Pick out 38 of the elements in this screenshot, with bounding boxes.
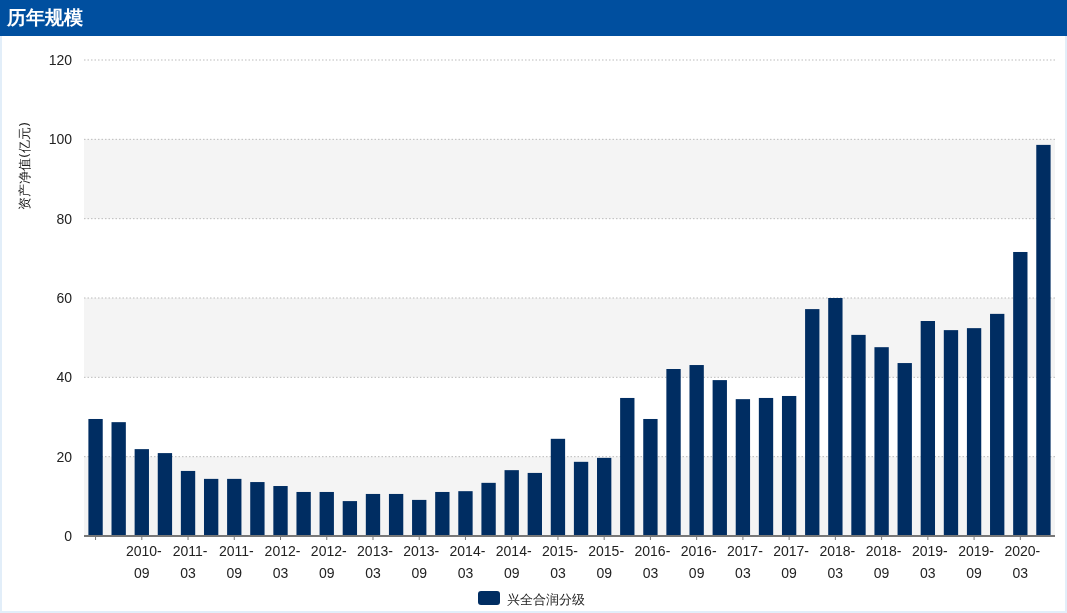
y-axis-title: 资产净值(亿元) xyxy=(17,121,32,211)
x-tick-label: 2014-03 xyxy=(449,543,486,581)
x-tick-label: 2015-09 xyxy=(588,543,625,581)
bar xyxy=(250,482,265,536)
x-tick-label: 2012-03 xyxy=(264,543,301,581)
bar xyxy=(273,486,288,536)
x-tick-label: 2017-03 xyxy=(727,543,763,581)
x-tick-label: 2019-03 xyxy=(911,543,948,581)
x-tick-label: 2011-03 xyxy=(172,543,208,581)
x-tick-label: 2012-09 xyxy=(310,543,347,581)
y-tick-label: 60 xyxy=(56,290,72,306)
y-tick-label: 100 xyxy=(48,131,72,148)
legend-swatch[interactable] xyxy=(478,591,500,605)
x-tick-label: 2010-09 xyxy=(125,543,162,581)
x-tick-label: 2018-09 xyxy=(865,543,902,581)
y-tick-label: 40 xyxy=(56,369,72,386)
x-tick-label: 2013-09 xyxy=(403,543,440,581)
y-tick-label: 120 xyxy=(48,52,72,68)
bar xyxy=(435,491,450,536)
bar xyxy=(458,491,473,536)
x-tick-label: 2015-03 xyxy=(542,543,578,581)
x-tick-label: 2019-09 xyxy=(958,543,994,581)
y-tick-label: 80 xyxy=(56,210,72,227)
x-tick-label: 2018-03 xyxy=(819,543,856,581)
y-tick-label: 20 xyxy=(56,448,72,465)
x-tick-label: 2016-03 xyxy=(634,543,671,581)
bar xyxy=(481,482,496,536)
x-tick-label: 2020-03 xyxy=(1004,543,1041,581)
x-tick-label: 2017-09 xyxy=(773,543,810,581)
section-title: 历年规模 xyxy=(7,5,83,30)
bar xyxy=(296,491,311,536)
bar xyxy=(227,478,242,536)
x-tick-label: 2011-09 xyxy=(218,543,254,581)
y-tick-label: 0 xyxy=(64,528,72,544)
x-tick-label: 2016-09 xyxy=(680,543,717,581)
x-tick-label: 2014-09 xyxy=(495,543,532,581)
legend-label[interactable]: 兴全合润分级 xyxy=(507,592,585,607)
x-tick-label: 2013-03 xyxy=(357,543,393,581)
